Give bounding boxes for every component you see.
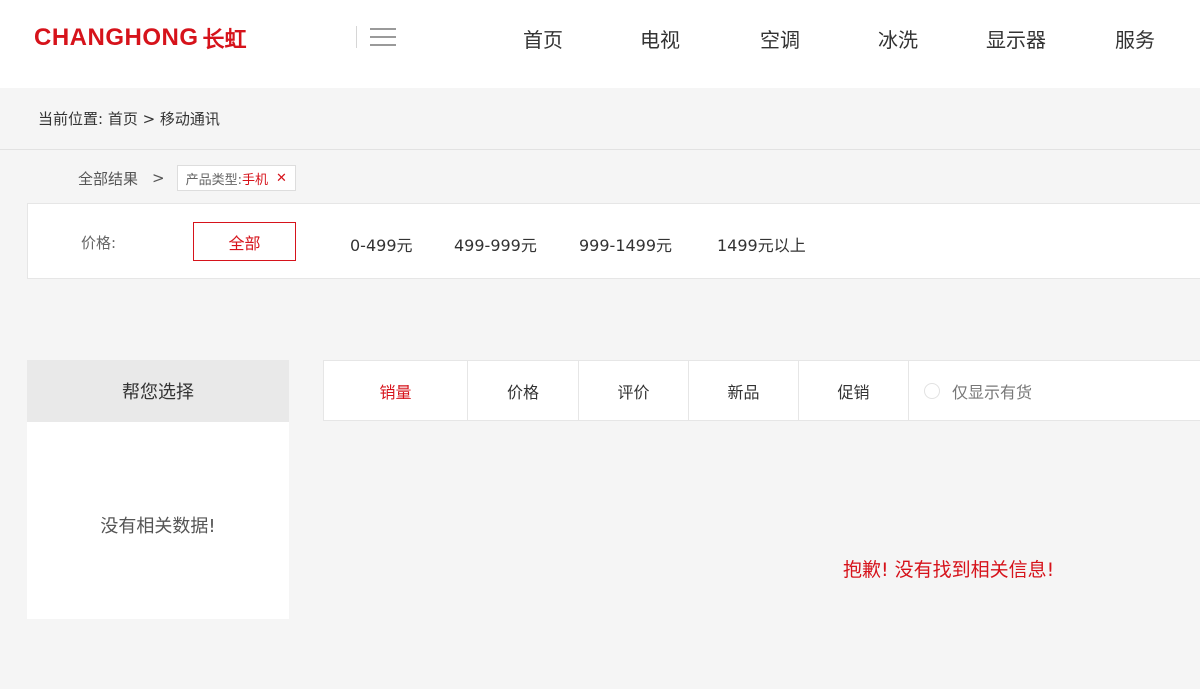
hamburger-menu-icon[interactable]: [370, 27, 396, 47]
sort-tab-rating[interactable]: 评价: [579, 361, 689, 420]
in-stock-label: 仅显示有货: [952, 382, 1033, 402]
sort-tab-price[interactable]: 价格: [468, 361, 579, 420]
price-filter: 价格: 全部 0-499元 499-999元 999-1499元 1499元以上: [27, 203, 1200, 279]
no-results-message: 抱歉! 没有找到相关信息!: [843, 559, 1055, 581]
filter-chip-product-type: 产品类型: 手机 ✕: [176, 165, 296, 191]
price-option-499-999[interactable]: 499-999元: [454, 232, 537, 256]
sort-tab-new[interactable]: 新品: [689, 361, 799, 420]
site-header: CHANGHONG 长虹 首页 电视 空调 冰洗 显示器 服务: [0, 0, 1200, 88]
header-divider: [356, 26, 357, 48]
in-stock-radio[interactable]: [924, 382, 940, 399]
sidebar-panel: 没有相关数据!: [27, 422, 289, 619]
all-results-link[interactable]: 全部结果: [78, 168, 138, 189]
nav-item-fridge-washer[interactable]: 冰洗: [878, 24, 918, 53]
in-stock-toggle[interactable]: 仅显示有货: [924, 361, 1032, 420]
chip-value: 手机: [241, 172, 268, 188]
price-label: 价格:: [81, 234, 117, 252]
nav-item-monitor[interactable]: 显示器: [986, 24, 1046, 53]
price-option-all[interactable]: 全部: [193, 222, 296, 261]
filter-separator: >: [152, 169, 165, 187]
nav-item-tv[interactable]: 电视: [640, 24, 680, 53]
breadcrumb-bar: 当前位置: 首页 > 移动通讯: [0, 88, 1200, 150]
nav-item-service[interactable]: 服务: [1115, 24, 1155, 53]
price-option-1499-plus[interactable]: 1499元以上: [717, 232, 806, 256]
price-option-999-1499[interactable]: 999-1499元: [579, 232, 672, 256]
chip-label: 产品类型:: [185, 172, 242, 188]
sidebar-empty-message: 没有相关数据!: [100, 516, 216, 537]
breadcrumb[interactable]: 当前位置: 首页 > 移动通讯: [38, 108, 220, 129]
sidebar-title: 帮您选择: [27, 360, 289, 422]
changhong-logo[interactable]: CHANGHONG 长虹: [34, 22, 247, 54]
price-option-0-499[interactable]: 0-499元: [350, 232, 413, 256]
close-icon[interactable]: ✕: [276, 171, 287, 186]
sort-tab-promotion[interactable]: 促销: [799, 361, 909, 420]
nav-item-air-conditioner[interactable]: 空调: [760, 24, 800, 53]
sort-tab-sales[interactable]: 销量: [324, 361, 468, 420]
nav-item-home[interactable]: 首页: [523, 24, 563, 53]
logo-text-en: CHANGHONG: [34, 24, 199, 51]
logo-text-cn: 长虹: [202, 28, 247, 53]
active-filters: 全部结果 > 产品类型: 手机 ✕: [78, 165, 296, 191]
sort-bar: 销量 价格 评价 新品 促销 仅显示有货: [323, 360, 1200, 421]
